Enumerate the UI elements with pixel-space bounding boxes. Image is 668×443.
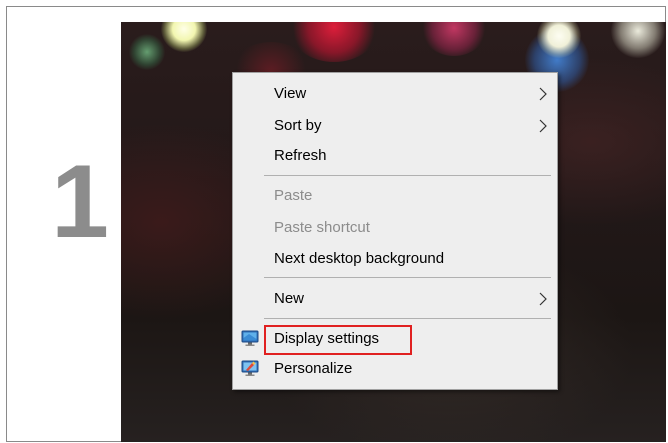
highlight-box <box>264 325 412 355</box>
personalize-icon <box>241 360 259 376</box>
menu-separator <box>264 277 551 278</box>
chevron-right-icon <box>539 292 547 306</box>
menu-item-label: Paste shortcut <box>274 219 370 236</box>
menu-item-view[interactable]: View <box>233 79 557 109</box>
chevron-right-icon <box>539 87 547 101</box>
chevron-right-icon <box>539 119 547 133</box>
menu-item-label: New <box>274 290 305 307</box>
menu-item-display-settings[interactable]: Display settings <box>233 324 557 355</box>
menu-item-new[interactable]: New <box>233 284 557 314</box>
menu-item-label: Refresh <box>274 147 327 164</box>
bokeh-light <box>161 22 207 52</box>
menu-item-label: Personalize <box>274 360 353 377</box>
menu-item-label: View <box>274 85 307 102</box>
menu-separator <box>264 175 551 176</box>
desktop-context-menu: View Sort by Refresh Paste Paste shortcu… <box>232 72 558 390</box>
menu-item-next-desktop-background[interactable]: Next desktop background <box>233 244 557 274</box>
menu-item-personalize[interactable]: Personalize <box>233 354 557 384</box>
step-number: 1 <box>51 144 109 260</box>
menu-item-label: Next desktop background <box>274 250 445 267</box>
menu-item-label: Paste <box>274 187 313 204</box>
bokeh-light <box>129 34 165 70</box>
menu-item-paste: Paste <box>233 181 557 211</box>
menu-separator <box>264 318 551 319</box>
display-icon <box>241 330 259 346</box>
menu-item-refresh[interactable]: Refresh <box>233 141 557 171</box>
bokeh-light <box>421 22 487 56</box>
menu-item-paste-shortcut: Paste shortcut <box>233 213 557 243</box>
bokeh-light <box>611 22 665 58</box>
menu-item-sort-by[interactable]: Sort by <box>233 111 557 141</box>
menu-item-label: Sort by <box>274 117 322 134</box>
